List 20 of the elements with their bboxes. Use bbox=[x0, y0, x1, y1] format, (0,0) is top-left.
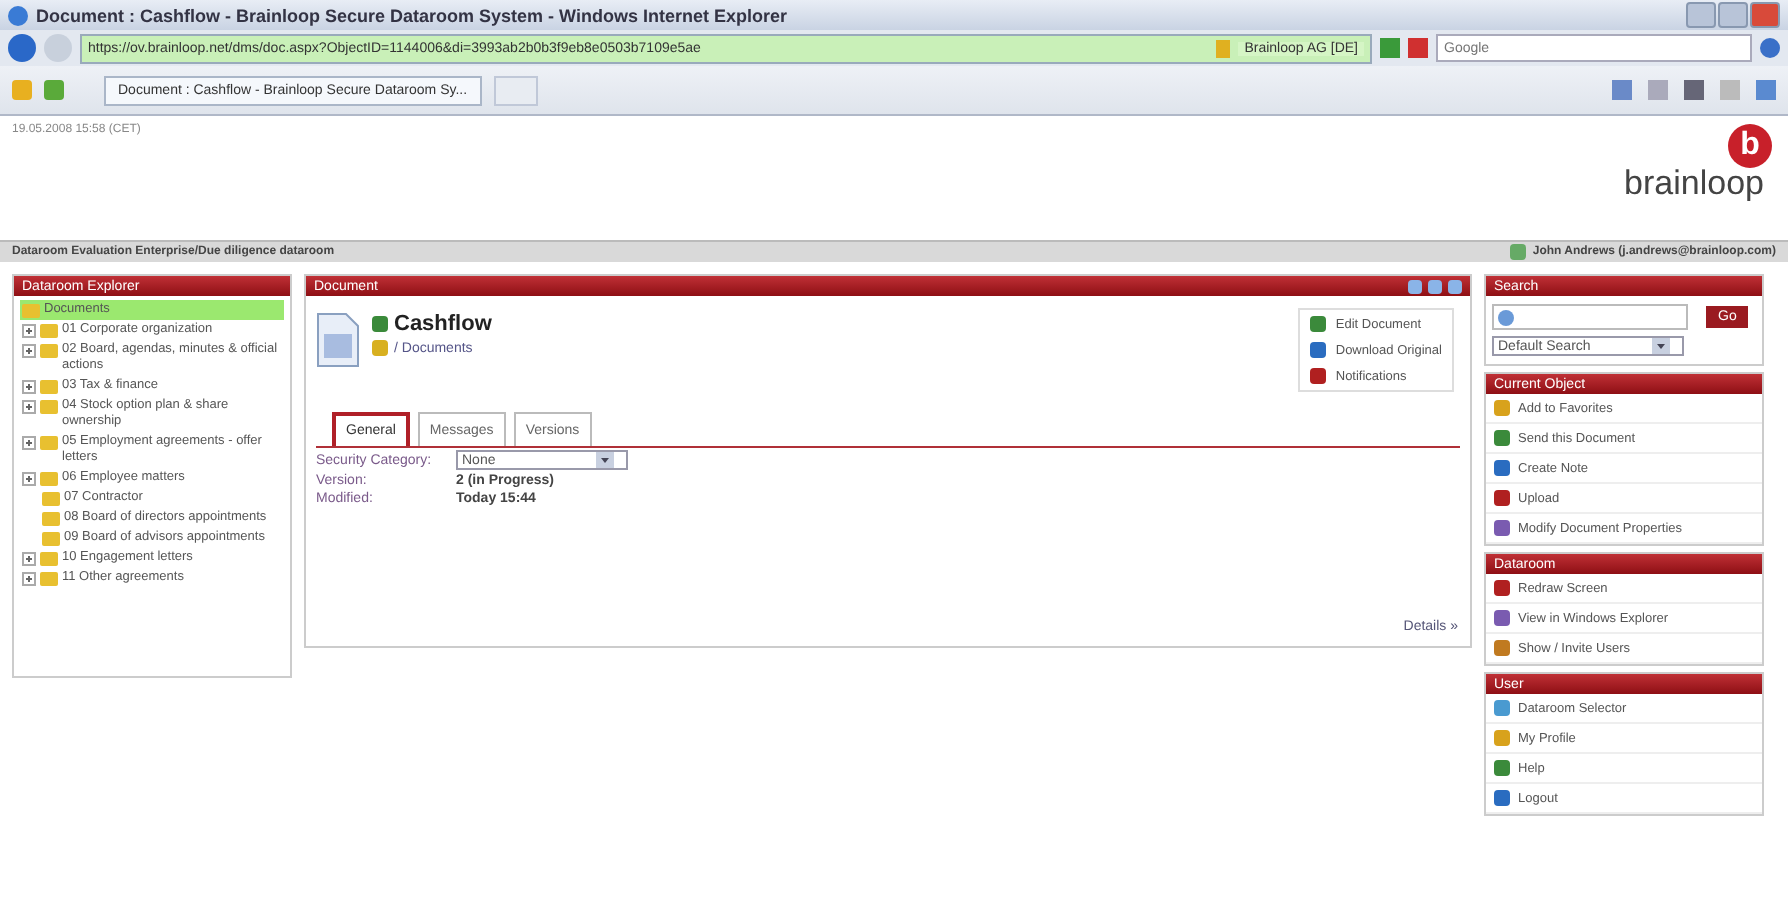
expand-icon[interactable] bbox=[22, 436, 36, 450]
logo-mark: b bbox=[1728, 124, 1772, 168]
expand-icon[interactable] bbox=[22, 400, 36, 414]
dropdown-arrow-icon[interactable] bbox=[596, 452, 614, 468]
window-title: Document : Cashflow - Brainloop Secure Dataroom System - Windows Internet Explorer bbox=[36, 5, 787, 25]
expand-icon[interactable] bbox=[22, 324, 36, 338]
expand-icon[interactable] bbox=[22, 472, 36, 486]
minimize-button[interactable] bbox=[1686, 2, 1716, 28]
expand-icon[interactable] bbox=[22, 552, 36, 566]
logo: brainloop bbox=[1624, 164, 1764, 204]
back-button[interactable] bbox=[8, 34, 36, 62]
expand-icon[interactable] bbox=[22, 572, 36, 586]
maximize-button[interactable] bbox=[1718, 2, 1748, 28]
document-name: Cashflow bbox=[394, 312, 492, 336]
close-button[interactable] bbox=[1750, 2, 1780, 28]
expand-icon[interactable] bbox=[22, 380, 36, 394]
dropdown-arrow-icon[interactable] bbox=[1652, 338, 1670, 354]
search-field[interactable] bbox=[1492, 304, 1688, 330]
document-icon bbox=[316, 312, 360, 368]
expand-icon[interactable] bbox=[22, 344, 36, 358]
